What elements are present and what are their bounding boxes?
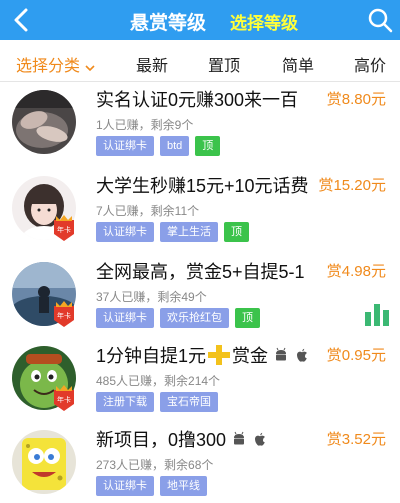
task-item[interactable]: 新项目，0撸300 赏3.52元 273人已赚，剩余68个 认证绑卡 地平线 xyxy=(0,426,400,503)
tag-app: 地平线 xyxy=(160,476,207,496)
year-card-badge: 年卡 xyxy=(52,384,76,412)
task-meta: 7人已赚，剩余11个 xyxy=(96,204,200,218)
avatar xyxy=(12,90,76,154)
filter-category-dropdown[interactable]: 选择分类 xyxy=(16,52,96,76)
year-card-badge: 年卡 xyxy=(52,300,76,328)
task-title: 大学生秒赚15元+10元话费 xyxy=(96,176,309,196)
task-title-text: 1分钟自提1元 xyxy=(96,346,207,366)
task-title: 新项目，0撸300 xyxy=(96,426,268,452)
avatar xyxy=(12,430,76,494)
apple-icon xyxy=(297,348,308,362)
tag-category: 认证绑卡 xyxy=(96,476,154,496)
avatar: 年卡 xyxy=(12,346,76,412)
task-meta: 273人已赚，剩余68个 xyxy=(96,458,214,472)
page-title: 悬赏等级 xyxy=(130,13,207,34)
apple-icon xyxy=(255,432,266,446)
task-title-text: 新项目，0撸300 xyxy=(96,430,227,450)
search-button[interactable] xyxy=(366,6,394,34)
svg-text:年卡: 年卡 xyxy=(57,395,71,404)
tag-app: 欢乐抢红包 xyxy=(160,308,229,328)
year-card-badge: 年卡 xyxy=(52,214,76,242)
tag-app: 掌上生活 xyxy=(160,222,218,242)
tag-top: 顶 xyxy=(235,308,260,328)
tag-app: btd xyxy=(160,136,190,156)
app-header: 悬赏等级 选择等级 xyxy=(0,0,400,40)
back-button[interactable] xyxy=(8,4,36,36)
search-icon xyxy=(368,8,393,33)
avatar: 年卡 xyxy=(12,262,76,328)
task-tags: 注册下载 宝石帝国 xyxy=(96,392,218,412)
task-tags: 认证绑卡 地平线 xyxy=(96,476,207,496)
task-reward: 赏3.52元 xyxy=(326,431,386,448)
task-meta: 485人已赚，剩余214个 xyxy=(96,374,221,388)
task-tags: 认证绑卡 掌上生活 顶 xyxy=(96,222,249,242)
back-arrow-icon xyxy=(14,8,28,32)
task-tags: 认证绑卡 btd 顶 xyxy=(96,136,221,156)
filter-newest[interactable]: 最新 xyxy=(136,52,168,76)
android-icon xyxy=(276,347,287,361)
filter-bar: 选择分类 最新 置顶 简单 高价 xyxy=(0,40,400,82)
svg-text:年卡: 年卡 xyxy=(57,311,71,320)
android-icon xyxy=(234,431,245,445)
select-level-button[interactable]: 选择等级 xyxy=(230,9,298,34)
task-meta: 1人已赚，剩余9个 xyxy=(96,118,194,132)
tag-category: 注册下载 xyxy=(96,392,154,412)
tag-top: 顶 xyxy=(224,222,249,242)
task-reward: 赏15.20元 xyxy=(318,177,386,194)
task-item[interactable]: 年卡 1分钟自提1元 赏金 赏0.95元 485人已赚，剩余214个 注册下载 … xyxy=(0,342,400,426)
task-title: 实名认证0元赚300来一百 xyxy=(96,90,299,110)
plus-icon xyxy=(208,345,231,365)
filter-high-price[interactable]: 高价 xyxy=(354,52,386,76)
chevron-down-icon xyxy=(84,61,96,73)
filter-top[interactable]: 置顶 xyxy=(208,52,240,76)
task-title: 全网最高，赏金5+自提5-1 xyxy=(96,262,305,282)
tag-category: 认证绑卡 xyxy=(96,222,154,242)
task-meta: 37人已赚，剩余49个 xyxy=(96,290,207,304)
tag-category: 认证绑卡 xyxy=(96,136,154,156)
svg-text:年卡: 年卡 xyxy=(57,225,71,234)
filter-simple[interactable]: 简单 xyxy=(282,52,314,76)
tag-category: 认证绑卡 xyxy=(96,308,154,328)
task-reward: 赏4.98元 xyxy=(326,263,386,280)
task-reward: 赏8.80元 xyxy=(326,91,386,108)
task-item[interactable]: 年卡 全网最高，赏金5+自提5-1 赏4.98元 37人已赚，剩余49个 认证绑… xyxy=(0,258,400,342)
bar-chart-icon[interactable] xyxy=(364,302,390,326)
tag-top: 顶 xyxy=(195,136,221,156)
avatar: 年卡 xyxy=(12,176,76,242)
task-tags: 认证绑卡 欢乐抢红包 顶 xyxy=(96,308,260,328)
task-item[interactable]: 实名认证0元赚300来一百 赏8.80元 1人已赚，剩余9个 认证绑卡 btd … xyxy=(0,86,400,170)
task-reward: 赏0.95元 xyxy=(326,347,386,364)
task-title: 1分钟自提1元 赏金 xyxy=(96,342,310,368)
tag-app: 宝石帝国 xyxy=(160,392,218,412)
task-item[interactable]: 年卡 大学生秒赚15元+10元话费 赏15.20元 7人已赚，剩余11个 认证绑… xyxy=(0,172,400,256)
task-title-suffix: 赏金 xyxy=(232,346,269,366)
filter-category-label: 选择分类 xyxy=(16,58,81,75)
